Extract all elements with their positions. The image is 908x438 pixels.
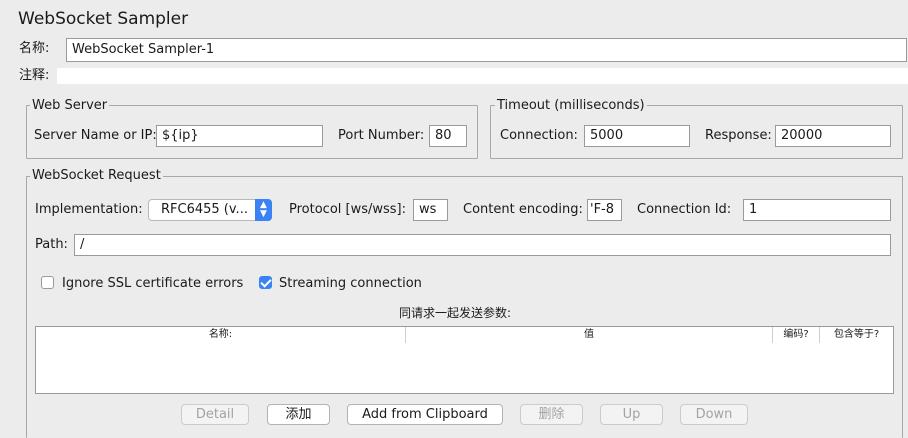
server-name-field[interactable]: ${ip} [156,125,323,147]
column-header-value[interactable]: 值 [406,327,773,343]
params-caption: 同请求一起发送参数: [399,306,512,320]
implementation-label: Implementation: [35,202,143,217]
port-number-label: Port Number: [338,128,425,143]
websocket-request-legend: WebSocket Request [30,168,163,184]
protocol-label: Protocol [ws/wss]: [289,202,407,217]
content-encoding-field[interactable]: 'F-8 [587,199,622,221]
column-header-include-equals[interactable]: 包含等于? [820,327,893,343]
comment-label: 注释: [19,68,50,83]
response-timeout-label: Response: [705,128,772,143]
name-field[interactable]: WebSocket Sampler-1 [66,38,907,62]
path-field[interactable]: / [74,234,891,256]
implementation-value: RFC6455 (v... [161,202,248,217]
params-table[interactable]: 名称: 值 编码? 包含等于? [35,326,894,394]
down-button[interactable]: Down [680,404,748,425]
add-button[interactable]: 添加 [267,404,330,425]
connection-timeout-label: Connection: [500,128,578,143]
streaming-box[interactable] [259,276,272,289]
ignore-ssl-label: Ignore SSL certificate errors [62,276,244,291]
page-title: WebSocket Sampler [18,9,189,29]
column-header-encode[interactable]: 编码? [773,327,820,343]
implementation-select[interactable]: RFC6455 (v... ▲ ▼ [148,199,272,221]
streaming-checkbox[interactable]: Streaming connection [259,276,429,292]
name-label: 名称: [19,41,50,56]
response-timeout-field[interactable]: 20000 [775,125,891,147]
comment-field[interactable] [57,68,908,84]
delete-button[interactable]: 删除 [520,404,583,425]
timeout-legend: Timeout (milliseconds) [495,98,647,114]
column-header-name[interactable]: 名称: [36,327,406,343]
add-from-clipboard-button[interactable]: Add from Clipboard [347,404,503,425]
params-table-body[interactable] [36,343,893,393]
connection-timeout-field[interactable]: 5000 [584,125,690,147]
server-name-label: Server Name or IP: [34,128,157,143]
up-button[interactable]: Up [600,404,663,425]
web-server-legend: Web Server [30,98,110,114]
chevron-updown-icon: ▲ ▼ [255,199,272,221]
streaming-label: Streaming connection [279,276,422,291]
connection-id-label: Connection Id: [637,202,732,217]
ignore-ssl-checkbox[interactable]: Ignore SSL certificate errors [41,276,244,292]
protocol-field[interactable]: ws [413,199,448,221]
content-encoding-label: Content encoding: [463,202,583,217]
connection-id-field[interactable]: 1 [743,199,891,221]
detail-button[interactable]: Detail [181,404,249,425]
path-label: Path: [35,237,68,252]
ignore-ssl-box[interactable] [41,276,54,289]
port-number-field[interactable]: 80 [429,125,467,147]
